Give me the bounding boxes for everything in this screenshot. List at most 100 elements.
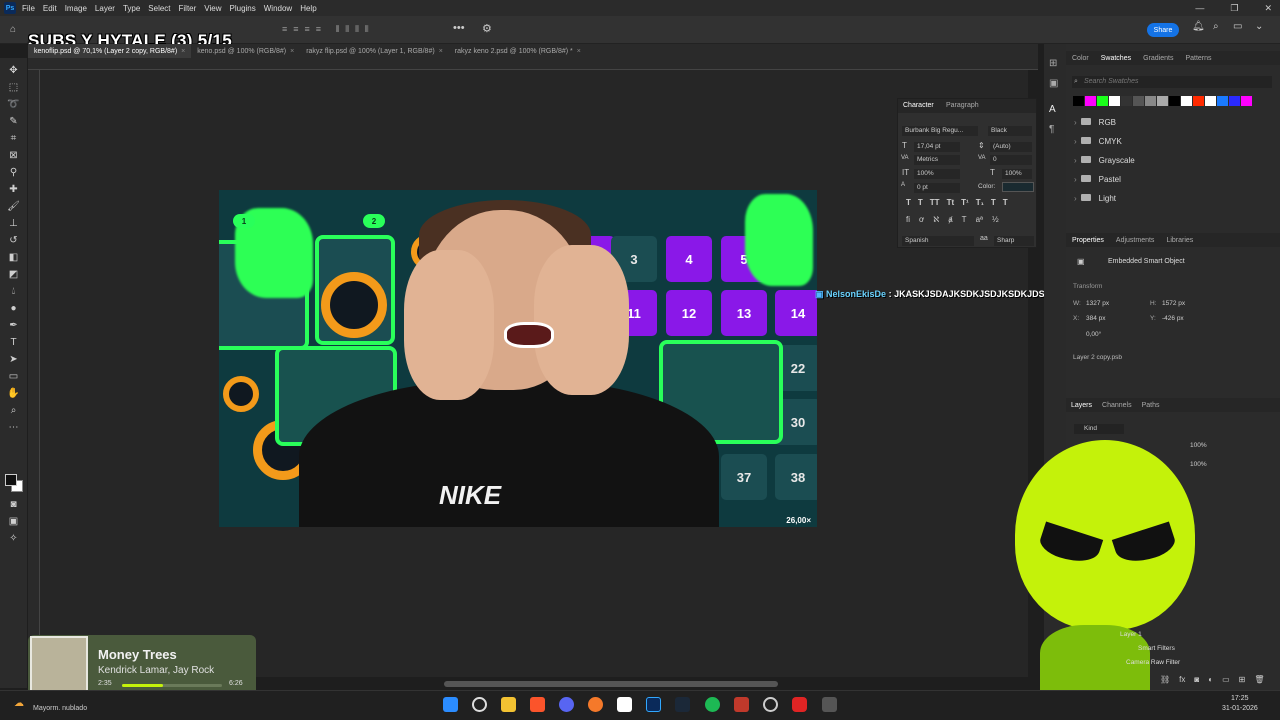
comments-icon[interactable]: ▣ <box>1049 78 1058 89</box>
photoshop-icon[interactable] <box>646 697 661 712</box>
y-field[interactable]: -426 px <box>1162 315 1184 322</box>
baseline-field[interactable]: 0 pt <box>914 183 960 193</box>
layer-filter-kind[interactable]: Kind <box>1074 424 1124 434</box>
menu-edit[interactable]: Edit <box>43 4 57 13</box>
swatch[interactable] <box>1229 96 1240 106</box>
menu-layer[interactable]: Layer <box>95 4 115 13</box>
tracking-field[interactable]: 0 <box>990 155 1032 165</box>
tab-close-icon[interactable]: × <box>290 48 294 55</box>
tab-libraries[interactable]: Libraries <box>1160 237 1199 244</box>
search-icon[interactable] <box>472 697 487 712</box>
menu-type[interactable]: Type <box>123 4 140 13</box>
tab-paragraph[interactable]: Paragraph <box>941 99 984 112</box>
clone-stamp-tool-icon[interactable]: ⊥ <box>7 217 20 230</box>
tab-rakyz-flip[interactable]: rakyz flip.psd @ 100% (Layer 1, RGB/8#) × <box>300 48 449 55</box>
foreground-color-swatch[interactable] <box>5 474 17 486</box>
menu-plugins[interactable]: Plugins <box>230 4 256 13</box>
notion-icon[interactable] <box>617 697 632 712</box>
character-panel-icon[interactable]: A <box>1049 104 1056 115</box>
more-options-icon[interactable]: ••• <box>453 22 465 34</box>
small-caps-button[interactable]: Tt <box>947 198 955 207</box>
link-layers-icon[interactable]: ⛓ <box>1160 675 1170 684</box>
learn-icon[interactable]: ⊞ <box>1049 58 1057 69</box>
history-brush-tool-icon[interactable]: ↺ <box>7 234 20 247</box>
document-canvas[interactable]: 1 2 3 4 5 11 12 13 14 22 30 37 38 NIKE 2… <box>219 190 817 527</box>
eraser-tool-icon[interactable]: ◧ <box>7 251 20 264</box>
font-style-select[interactable]: Black <box>988 126 1032 136</box>
kerning-field[interactable]: Metrics <box>914 155 960 165</box>
faux-bold-button[interactable]: T <box>906 198 911 207</box>
path-select-tool-icon[interactable]: ➤ <box>7 353 20 366</box>
font-size-field[interactable]: 17,04 pt <box>914 142 960 152</box>
settings-gear-icon[interactable] <box>822 697 837 712</box>
more-tools-icon[interactable]: ⋯ <box>7 421 20 434</box>
settings-gear-icon[interactable]: ⚙ <box>482 22 492 35</box>
tab-color[interactable]: Color <box>1066 55 1095 62</box>
streaming-app-icon[interactable] <box>792 697 807 712</box>
height-field[interactable]: 1572 px <box>1162 300 1185 307</box>
swatch[interactable] <box>1205 96 1216 106</box>
underline-button[interactable]: T <box>991 198 996 207</box>
antialias-select[interactable]: Sharp <box>994 236 1034 246</box>
tab-properties[interactable]: Properties <box>1066 237 1110 244</box>
tab-character[interactable]: Character <box>898 99 939 112</box>
file-explorer-icon[interactable] <box>501 697 516 712</box>
swatch[interactable] <box>1121 96 1132 106</box>
ordinal-icon[interactable]: aª <box>976 215 983 224</box>
menu-window[interactable]: Window <box>264 4 292 13</box>
font-family-select[interactable]: Burbank Big Regu... <box>902 126 978 136</box>
minimize-icon[interactable]: — <box>1195 3 1204 13</box>
menu-file[interactable]: File <box>22 4 35 13</box>
all-caps-button[interactable]: TT <box>930 198 940 207</box>
brush-tool-icon[interactable]: 🖌︎ <box>7 200 20 213</box>
tab-layers[interactable]: Layers <box>1066 399 1097 412</box>
swatch[interactable] <box>1217 96 1228 106</box>
app-icon[interactable] <box>734 697 749 712</box>
discord-icon[interactable] <box>559 697 574 712</box>
tab-close-icon[interactable]: × <box>577 48 581 55</box>
lasso-tool-icon[interactable]: ➰ <box>7 98 20 111</box>
quick-select-tool-icon[interactable]: ✎ <box>7 115 20 128</box>
swatch-folder-light[interactable]: › Light <box>1074 194 1116 203</box>
healing-tool-icon[interactable]: ✚ <box>7 183 20 196</box>
subscript-button[interactable]: T₁ <box>976 198 984 207</box>
tab-kenoflip[interactable]: kenoflip.psd @ 70,1% (Layer 2 copy, RGB/… <box>28 44 192 58</box>
swatch[interactable] <box>1193 96 1204 106</box>
swatch[interactable] <box>1097 96 1108 106</box>
swatch[interactable] <box>1241 96 1252 106</box>
tab-patterns[interactable]: Patterns <box>1179 55 1217 62</box>
pen-tool-icon[interactable]: ✒ <box>7 319 20 332</box>
stylistic-icon[interactable]: ⱥ <box>948 215 952 224</box>
titling-icon[interactable]: T <box>962 215 967 224</box>
tab-close-icon[interactable]: × <box>181 48 185 55</box>
frame-tool-icon[interactable]: ⊠ <box>7 149 20 162</box>
search-icon[interactable]: ⌕ <box>1213 21 1219 32</box>
width-field[interactable]: 1327 px <box>1086 300 1109 307</box>
search-swatches-input[interactable]: Search Swatches <box>1072 76 1272 88</box>
obs-icon[interactable] <box>763 697 778 712</box>
fill-field[interactable]: 100% <box>1190 461 1207 468</box>
swatch[interactable] <box>1133 96 1144 106</box>
strikethrough-button[interactable]: T <box>1003 198 1008 207</box>
menu-image[interactable]: Image <box>65 4 87 13</box>
share-button[interactable]: Share <box>1147 23 1179 37</box>
adjustment-icon[interactable]: ◐ <box>1208 675 1213 684</box>
swash-icon[interactable]: ℵ <box>933 215 939 224</box>
type-tool-icon[interactable]: T <box>7 336 20 349</box>
faux-italic-button[interactable]: T <box>918 198 923 207</box>
horizontal-scrollbar[interactable] <box>444 681 778 687</box>
ligature-icon[interactable]: ﬁ <box>906 215 910 224</box>
eyedropper-tool-icon[interactable]: ⚲ <box>7 166 20 179</box>
angle-field[interactable]: 0,00° <box>1086 331 1101 338</box>
leading-field[interactable]: (Auto) <box>990 142 1032 152</box>
tab-adjustments[interactable]: Adjustments <box>1110 237 1161 244</box>
menu-select[interactable]: Select <box>148 4 170 13</box>
tab-rakyz-keno-2[interactable]: rakyz keno 2.psd @ 100% (RGB/8#) * × <box>449 48 587 55</box>
opacity-field[interactable]: 100% <box>1190 442 1207 449</box>
home-icon[interactable]: ⌂ <box>10 24 16 35</box>
folder-icon[interactable]: ▭ <box>1222 675 1230 684</box>
align-icons[interactable]: ≡≡≡≡ ⫴⫴⫴⫴ <box>282 24 375 35</box>
menu-help[interactable]: Help <box>300 4 316 13</box>
swatch-folder-cmyk[interactable]: › CMYK <box>1074 137 1122 146</box>
steam-icon[interactable] <box>675 697 690 712</box>
